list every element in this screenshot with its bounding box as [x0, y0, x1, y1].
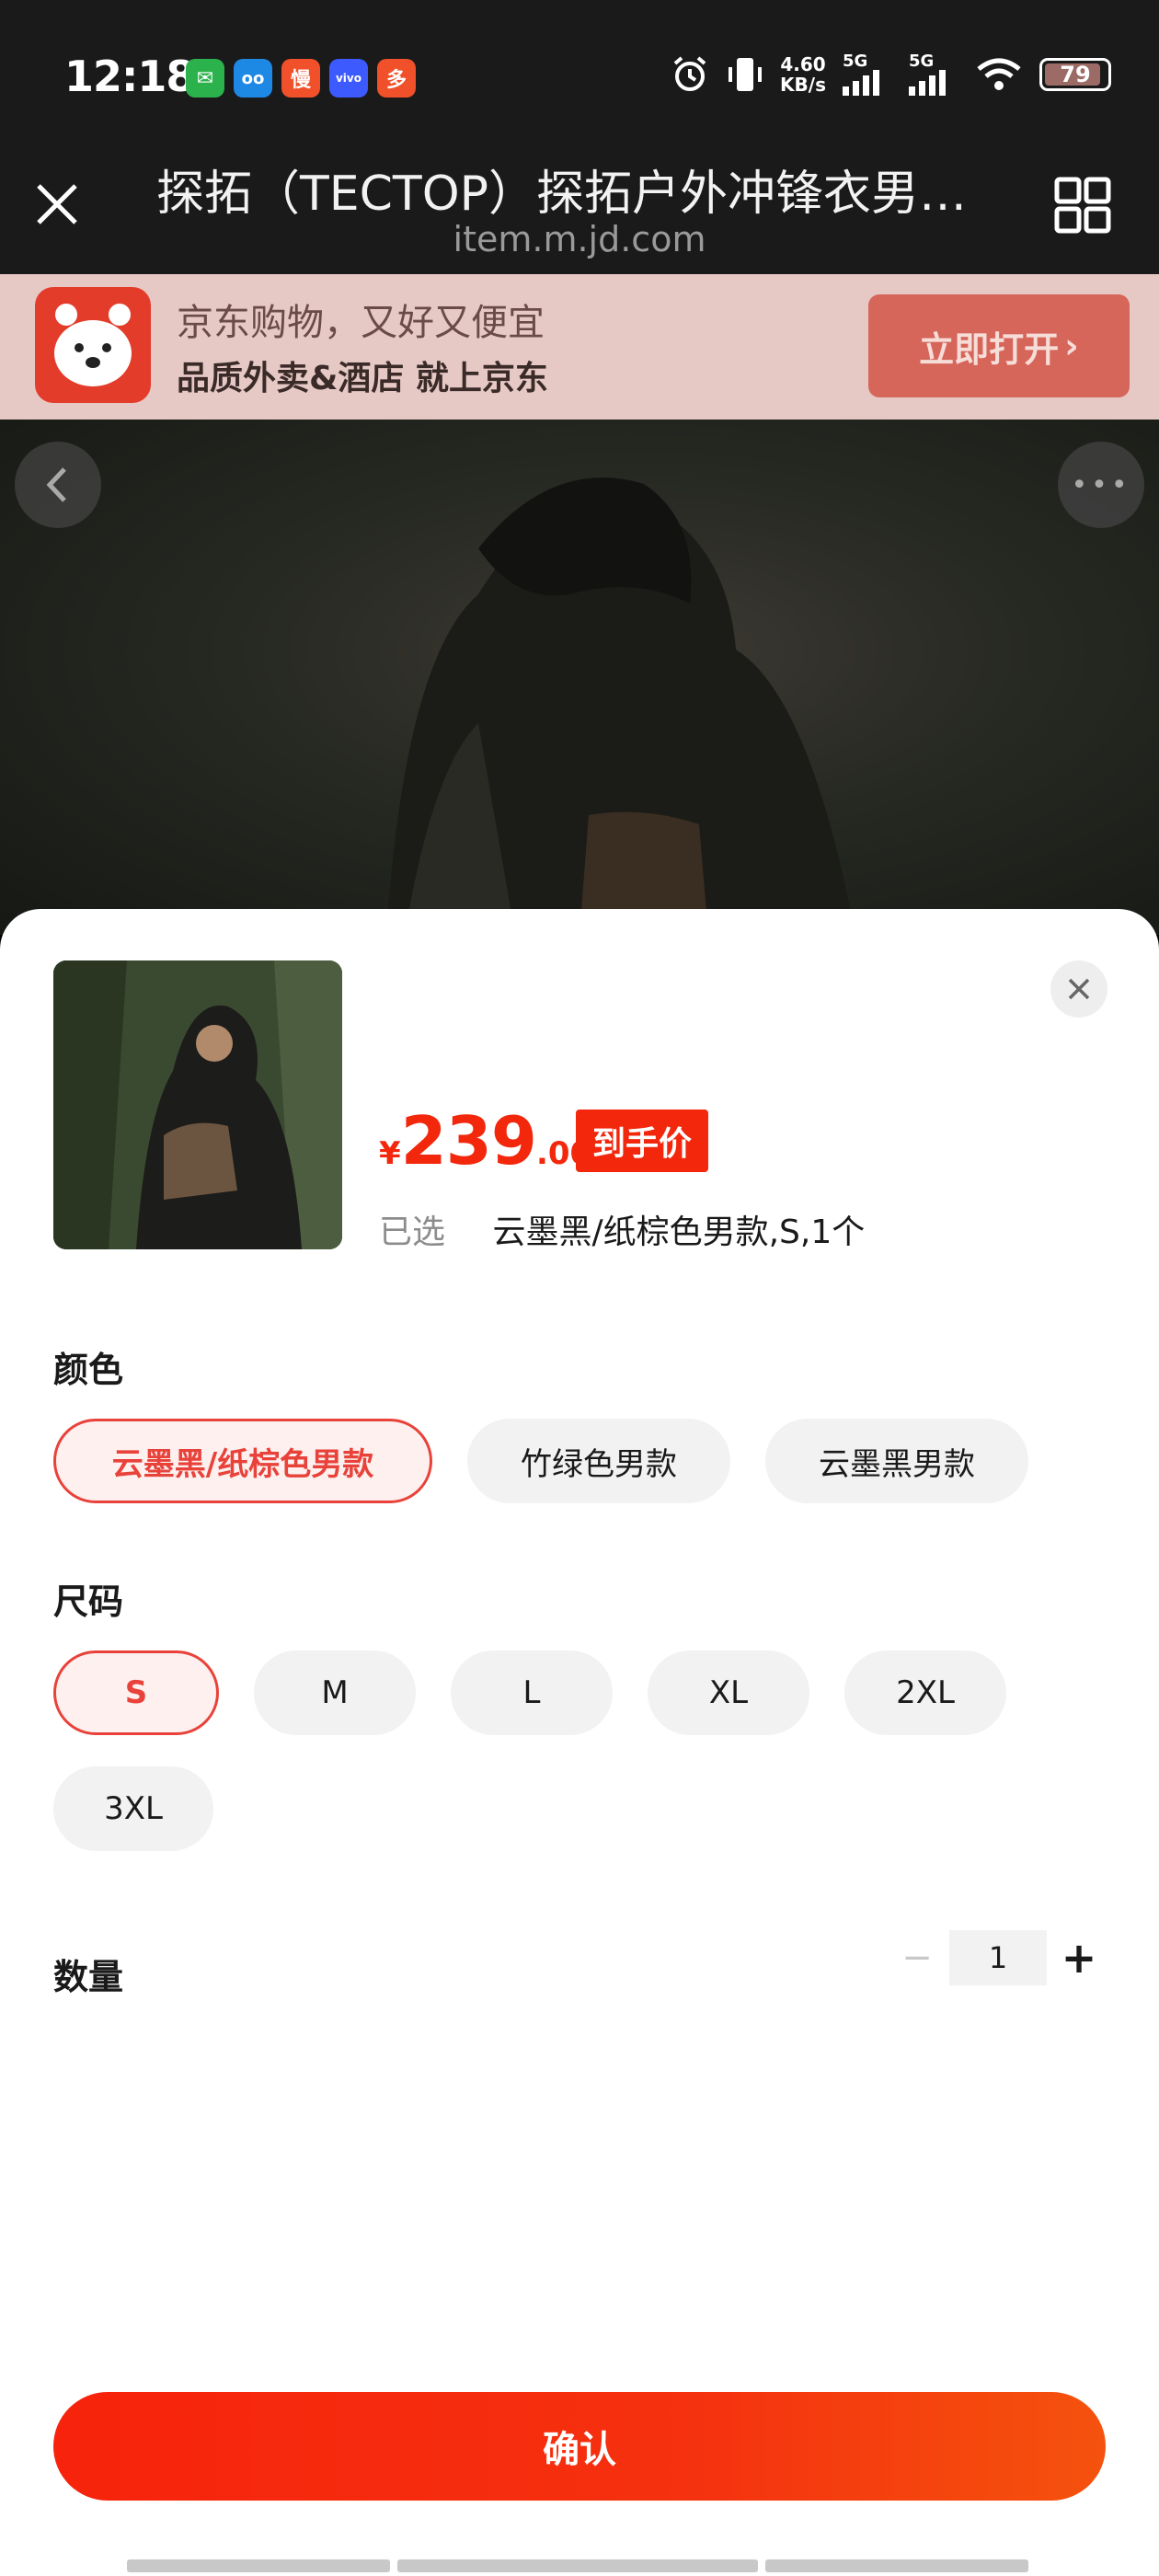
quantity-stepper: − 1 + [896, 1930, 1100, 1985]
banner-slogan: 京东购物，又好又便宜 [177, 302, 545, 344]
banner-subtitle: 品质外卖&酒店 就上京东 [177, 360, 548, 397]
open-app-button[interactable]: 立即打开 › [868, 294, 1130, 397]
quantity-value[interactable]: 1 [949, 1930, 1047, 1985]
product-thumbnail [53, 960, 342, 1249]
size-option-xl[interactable]: XL [648, 1650, 809, 1735]
signal-1-label: 5G [843, 52, 868, 71]
close-icon [1068, 978, 1090, 1000]
app-promo-banner[interactable]: 京东购物，又好又便宜 品质外卖&酒店 就上京东 立即打开 › [0, 274, 1159, 420]
price-currency: ¥ [379, 1135, 401, 1172]
price-badge: 到手价 [576, 1110, 709, 1172]
browser-header: 探拓（TECTOP）探拓户外冲锋衣男女同款 item.m.jd.com [0, 138, 1159, 274]
size-option-m[interactable]: M [254, 1650, 416, 1735]
quantity-section-label: 数量 [53, 1957, 124, 1997]
quantity-increase-button[interactable]: + [1058, 1930, 1100, 1985]
net-speed: 4.60 KB/s [780, 54, 826, 95]
bottom-indicator [127, 2559, 1028, 2572]
size-option-l[interactable]: L [451, 1650, 613, 1735]
clock: 12:18 [64, 52, 195, 101]
qq-bird-icon: oo [234, 59, 272, 98]
size-option-s[interactable]: S [53, 1650, 219, 1735]
status-bar: 12:18 ✉ oo 慢 vivo 多 4.60 KB/s 5G 5G 79 [0, 0, 1159, 138]
color-option-2[interactable]: 云墨黑男款 [765, 1419, 1028, 1503]
color-option-1[interactable]: 竹绿色男款 [467, 1419, 730, 1503]
net-speed-value: 4.60 [780, 53, 826, 75]
color-section-label: 颜色 [53, 1350, 124, 1390]
selected-label: 已选 [379, 1213, 446, 1251]
wechat-icon: ✉ [186, 59, 224, 98]
alarm-icon [673, 56, 706, 91]
signal-2-icon: 5G [909, 53, 958, 96]
price-integer: 239 [400, 1102, 537, 1179]
size-section-label: 尺码 [53, 1581, 124, 1622]
chevron-right-icon: › [1064, 326, 1079, 366]
battery-icon: 79 [1039, 58, 1111, 91]
notification-app-icons: ✉ oo 慢 vivo 多 [186, 59, 416, 98]
more-options-button[interactable]: ••• [1058, 442, 1144, 528]
man-app-icon: 慢 [281, 59, 320, 98]
wifi-icon [977, 58, 1021, 90]
open-app-label: 立即打开 [919, 328, 1060, 370]
product-photo-background [0, 420, 1159, 935]
selected-value: 云墨黑/纸棕色男款,S,1个 [492, 1213, 866, 1251]
jd-logo-icon [35, 287, 151, 403]
page-url: item.m.jd.com [453, 219, 706, 259]
price: ¥ 239 .00 [379, 1102, 591, 1179]
vibrate-icon [729, 58, 763, 91]
back-button[interactable] [15, 442, 101, 528]
battery-level: 79 [1060, 62, 1091, 87]
selected-summary: 已选 云墨黑/纸棕色男款,S,1个 [379, 1205, 865, 1253]
confirm-button[interactable]: 确认 [53, 2392, 1106, 2501]
color-option-0[interactable]: 云墨黑/纸棕色男款 [53, 1419, 432, 1503]
size-option-3xl[interactable]: 3XL [53, 1766, 213, 1851]
size-option-2xl[interactable]: 2XL [844, 1650, 1006, 1735]
vivo-icon: vivo [329, 59, 368, 98]
sheet-close-button[interactable] [1050, 960, 1107, 1018]
more-dots-icon: ••• [1071, 468, 1131, 501]
quantity-decrease-button[interactable]: − [896, 1930, 938, 1985]
pdd-icon: 多 [377, 59, 416, 98]
grid-menu-icon[interactable] [1054, 177, 1111, 234]
signal-2-label: 5G [909, 52, 935, 71]
spec-selection-sheet: ¥ 239 .00 到手价 已选 云墨黑/纸棕色男款,S,1个 颜色 云墨黑/纸… [0, 909, 1159, 2576]
signal-1-icon: 5G [843, 53, 892, 96]
net-speed-unit: KB/s [780, 74, 826, 96]
page-title: 探拓（TECTOP）探拓户外冲锋衣男女同款 [156, 167, 1003, 222]
status-indicators: 4.60 KB/s 5G 5G 79 [670, 53, 1111, 96]
chevron-left-icon [46, 467, 66, 502]
